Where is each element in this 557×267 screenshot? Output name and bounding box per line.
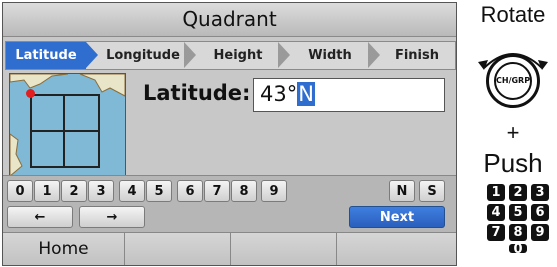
grid-line [32,130,98,132]
step-width[interactable]: Width [292,42,368,69]
position-marker [26,89,35,98]
num-key-9: 9 [531,224,549,241]
plus-sign: + [506,120,520,145]
softkey-2[interactable] [125,233,231,265]
quadrant-grid [30,94,100,168]
softkey-3[interactable] [231,233,337,265]
quadrant-map [9,73,126,177]
rotate-label: Rotate [480,2,546,27]
num-key-6: 6 [531,204,549,221]
key-5[interactable]: 5 [146,180,172,202]
softkey-home[interactable]: Home [3,233,125,265]
key-3[interactable]: 3 [88,180,114,202]
ch-grp-knob[interactable]: CH/GRP [486,54,540,108]
next-button[interactable]: Next [349,206,445,228]
key-7[interactable]: 7 [204,180,230,202]
input-keypad: 0 1 2 3 4 5 6 7 8 9 N S ← → Next [3,175,456,233]
step-separator [184,42,196,68]
key-1[interactable]: 1 [34,180,60,202]
step-longitude[interactable]: Longitude [102,42,184,69]
num-key-3: 3 [531,184,549,201]
num-key-1: 1 [487,184,505,201]
num-key-0: 0 [509,244,527,253]
latitude-label: Latitude: [143,81,251,105]
knob-label: CH/GRP [494,62,532,100]
softkey-bar: Home [3,232,456,265]
latitude-value: 43°N [260,82,315,106]
num-key-7: 7 [487,224,505,241]
key-9[interactable]: 9 [261,180,287,202]
step-progress-bar: Latitude Longitude Height Width Finish [5,41,456,70]
key-north[interactable]: N [389,180,415,202]
softkey-4[interactable] [337,233,456,265]
latitude-input[interactable]: 43°N [253,78,445,112]
key-south[interactable]: S [419,180,445,202]
cursor-right-button[interactable]: → [79,206,145,228]
key-8[interactable]: 8 [231,180,257,202]
step-separator [278,42,290,68]
key-6[interactable]: 6 [177,180,203,202]
num-key-5: 5 [509,204,527,221]
key-4[interactable]: 4 [119,180,145,202]
step-height[interactable]: Height [198,42,278,69]
cursor-left-button[interactable]: ← [7,206,73,228]
knob-illustration: CH/GRP [472,42,554,122]
num-key-4: 4 [487,204,505,221]
key-0[interactable]: 0 [7,180,33,202]
key-2[interactable]: 2 [61,180,87,202]
step-separator [368,42,380,68]
screen-title: Quadrant [3,3,456,37]
num-key-2: 2 [509,184,527,201]
step-latitude[interactable]: Latitude [6,42,86,69]
push-label: Push [483,148,543,178]
step-finish[interactable]: Finish [382,42,452,69]
radio-screen: Quadrant Latitude Longitude Height Width… [2,2,457,266]
text-cursor: N [297,82,315,106]
step-separator [86,42,98,68]
latitude-degrees: 43° [260,82,298,106]
num-key-8: 8 [509,224,527,241]
